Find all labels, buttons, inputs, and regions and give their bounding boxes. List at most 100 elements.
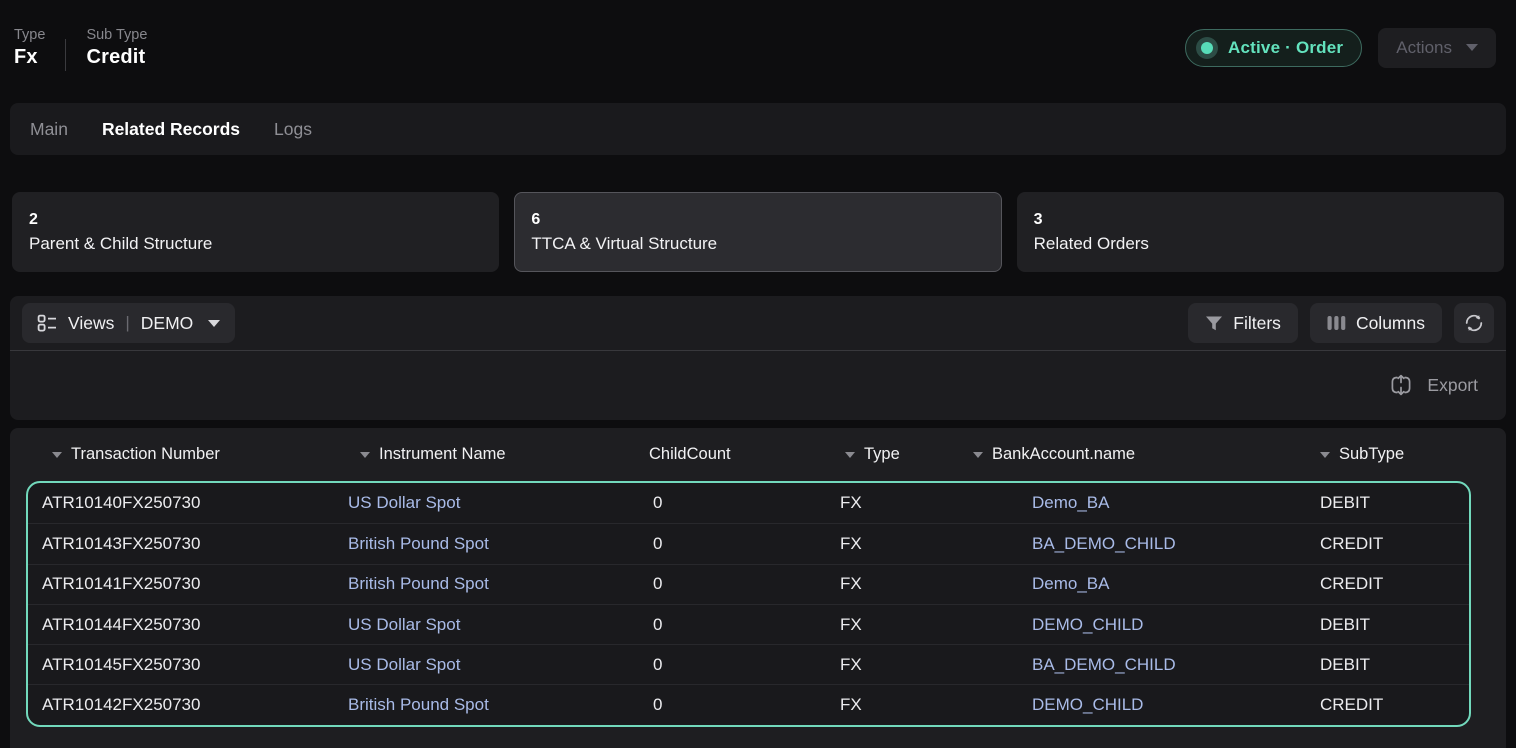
top-bar-actions: Active · Order Actions	[1185, 28, 1496, 68]
tab-related-records[interactable]: Related Records	[102, 119, 240, 140]
card-count: 6	[531, 211, 984, 229]
column-header-label: Type	[864, 445, 900, 464]
cell-instrument-name-link[interactable]: British Pound Spot	[334, 574, 639, 594]
views-row: Views | DEMO Filters Columns	[10, 296, 1506, 351]
card-ttca-virtual-structure[interactable]: 6 TTCA & Virtual Structure	[514, 192, 1001, 272]
columns-button[interactable]: Columns	[1310, 303, 1442, 343]
records-table-panel: Transaction Number Instrument Name Child…	[10, 428, 1506, 748]
views-label: Views	[68, 313, 114, 334]
sort-chevron-icon	[845, 452, 855, 458]
columns-icon	[1327, 315, 1346, 331]
export-row: Export	[10, 351, 1506, 419]
column-header-instrument-name[interactable]: Instrument Name	[332, 445, 637, 464]
column-header-subtype[interactable]: SubType	[1306, 445, 1471, 464]
cell-transaction-number: ATR10141FX250730	[28, 574, 334, 594]
card-count: 2	[29, 211, 482, 229]
cell-subtype: CREDIT	[1308, 695, 1469, 715]
card-parent-child-structure[interactable]: 2 Parent & Child Structure	[12, 192, 499, 272]
column-header-type[interactable]: Type	[824, 445, 959, 464]
cell-childcount: 0	[639, 655, 826, 675]
tab-bar: Main Related Records Logs	[10, 103, 1506, 155]
cell-bankaccount-link[interactable]: Demo_BA	[961, 493, 1308, 513]
selected-view-name: DEMO	[141, 313, 194, 334]
sort-chevron-icon	[973, 452, 983, 458]
subtype-value: Credit	[86, 46, 147, 69]
cell-childcount: 0	[639, 615, 826, 635]
status-dot-icon	[1196, 37, 1218, 59]
filters-button-label: Filters	[1233, 313, 1281, 334]
cell-instrument-name-link[interactable]: British Pound Spot	[334, 695, 639, 715]
cell-instrument-name-link[interactable]: US Dollar Spot	[334, 615, 639, 635]
cell-type: FX	[826, 493, 961, 513]
tab-main[interactable]: Main	[30, 119, 68, 140]
cell-type: FX	[826, 655, 961, 675]
cell-transaction-number: ATR10140FX250730	[28, 493, 334, 513]
cell-childcount: 0	[639, 493, 826, 513]
card-related-orders[interactable]: 3 Related Orders	[1017, 192, 1504, 272]
summary-cards: 2 Parent & Child Structure 6 TTCA & Virt…	[12, 192, 1504, 272]
table-row[interactable]: ATR10145FX250730 US Dollar Spot 0 FX BA_…	[28, 644, 1469, 684]
column-header-label: ChildCount	[649, 445, 731, 464]
card-label: TTCA & Virtual Structure	[531, 234, 984, 254]
type-value: Fx	[14, 46, 45, 69]
actions-button-label: Actions	[1396, 38, 1452, 58]
cell-transaction-number: ATR10143FX250730	[28, 534, 334, 554]
column-header-label: SubType	[1339, 445, 1404, 464]
views-divider: |	[125, 313, 129, 333]
cell-bankaccount-link[interactable]: DEMO_CHILD	[961, 695, 1308, 715]
table-row[interactable]: ATR10143FX250730 British Pound Spot 0 FX…	[28, 523, 1469, 563]
card-count: 3	[1034, 211, 1487, 229]
cell-transaction-number: ATR10142FX250730	[28, 695, 334, 715]
cell-type: FX	[826, 534, 961, 554]
table-row[interactable]: ATR10144FX250730 US Dollar Spot 0 FX DEM…	[28, 604, 1469, 644]
cell-instrument-name-link[interactable]: US Dollar Spot	[334, 493, 639, 513]
subtype-label: Sub Type	[86, 27, 147, 43]
cell-childcount: 0	[639, 695, 826, 715]
cell-instrument-name-link[interactable]: British Pound Spot	[334, 534, 639, 554]
columns-button-label: Columns	[1356, 313, 1425, 334]
column-header-transaction-number[interactable]: Transaction Number	[26, 445, 332, 464]
type-field: Type Fx	[14, 27, 45, 69]
cell-subtype: DEBIT	[1308, 493, 1469, 513]
type-label: Type	[14, 27, 45, 43]
views-list-icon	[37, 313, 57, 333]
export-button[interactable]: Export	[1388, 372, 1478, 398]
views-selector[interactable]: Views | DEMO	[22, 303, 235, 343]
cell-type: FX	[826, 574, 961, 594]
chevron-down-icon	[208, 320, 220, 327]
actions-button[interactable]: Actions	[1378, 28, 1496, 68]
tab-logs[interactable]: Logs	[274, 119, 312, 140]
cell-transaction-number: ATR10144FX250730	[28, 615, 334, 635]
cell-bankaccount-link[interactable]: BA_DEMO_CHILD	[961, 534, 1308, 554]
cell-subtype: DEBIT	[1308, 655, 1469, 675]
column-header-label: Instrument Name	[379, 445, 506, 464]
filters-button[interactable]: Filters	[1188, 303, 1298, 343]
table-tools: Filters Columns	[1188, 303, 1494, 343]
cell-instrument-name-link[interactable]: US Dollar Spot	[334, 655, 639, 675]
highlighted-rows-container: ATR10140FX250730 US Dollar Spot 0 FX Dem…	[26, 481, 1471, 727]
cell-bankaccount-link[interactable]: BA_DEMO_CHILD	[961, 655, 1308, 675]
refresh-button[interactable]	[1454, 303, 1494, 343]
table-row[interactable]: ATR10141FX250730 British Pound Spot 0 FX…	[28, 564, 1469, 604]
sort-chevron-icon	[52, 452, 62, 458]
cell-type: FX	[826, 695, 961, 715]
export-icon	[1388, 372, 1414, 398]
card-label: Parent & Child Structure	[29, 234, 482, 254]
chevron-down-icon	[1466, 44, 1478, 51]
cell-transaction-number: ATR10145FX250730	[28, 655, 334, 675]
export-button-label: Export	[1427, 375, 1478, 396]
cell-bankaccount-link[interactable]: Demo_BA	[961, 574, 1308, 594]
grid-toolbar-panel: Views | DEMO Filters Columns	[10, 296, 1506, 420]
column-header-childcount[interactable]: ChildCount	[637, 445, 824, 464]
table-row[interactable]: ATR10142FX250730 British Pound Spot 0 FX…	[28, 684, 1469, 724]
status-badge[interactable]: Active · Order	[1185, 29, 1362, 67]
cell-subtype: CREDIT	[1308, 534, 1469, 554]
record-identity: Type Fx Sub Type Credit	[14, 25, 147, 71]
cell-bankaccount-link[interactable]: DEMO_CHILD	[961, 615, 1308, 635]
column-header-bankaccount-name[interactable]: BankAccount.name	[959, 445, 1306, 464]
table-header-row: Transaction Number Instrument Name Child…	[26, 428, 1471, 481]
cell-subtype: CREDIT	[1308, 574, 1469, 594]
cell-type: FX	[826, 615, 961, 635]
sort-chevron-icon	[1320, 452, 1330, 458]
table-row[interactable]: ATR10140FX250730 US Dollar Spot 0 FX Dem…	[28, 483, 1469, 523]
